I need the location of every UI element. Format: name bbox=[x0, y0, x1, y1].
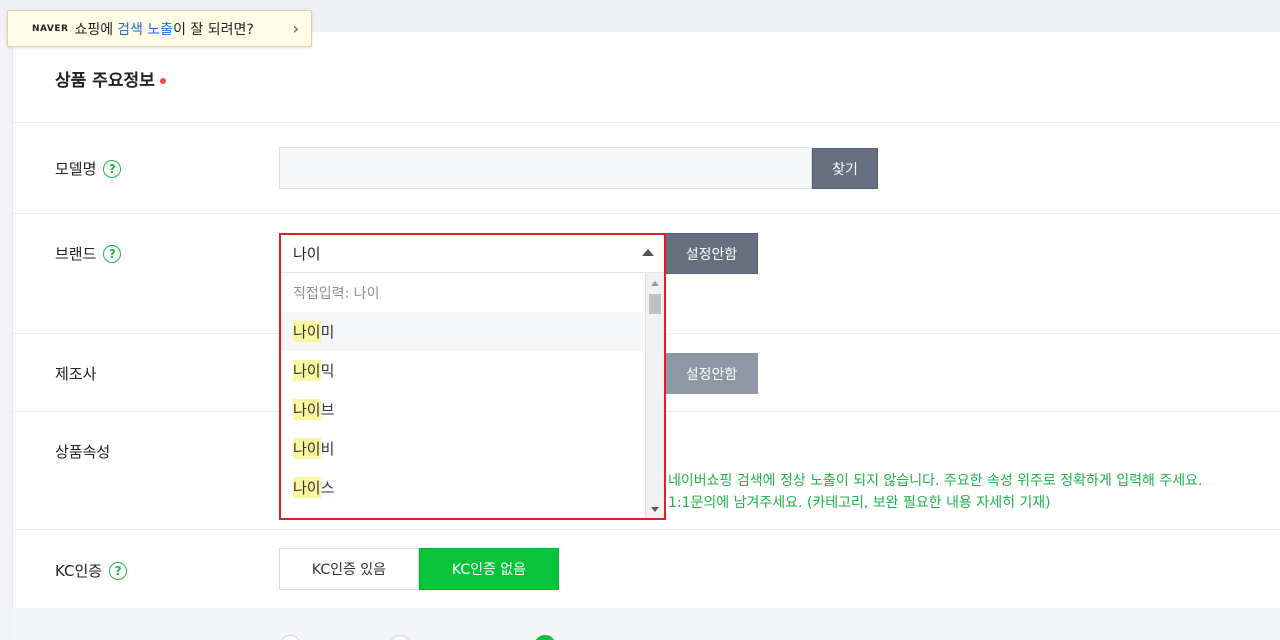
help-icon[interactable]: ? bbox=[103, 244, 122, 263]
list-item[interactable]: 나이 스 bbox=[281, 468, 643, 507]
manufacturer-not-set-button[interactable]: 설정안함 bbox=[665, 353, 758, 394]
chevron-right-icon: › bbox=[292, 19, 299, 38]
brand-not-set-button[interactable]: 설정안함 bbox=[665, 233, 758, 274]
kc-label: KC인증 ? bbox=[55, 560, 128, 581]
option-rest: 믹 bbox=[320, 362, 335, 380]
naver-logo: NAVER bbox=[32, 23, 69, 34]
divider bbox=[13, 122, 1280, 123]
attributes-label: 상품속성 bbox=[55, 441, 110, 462]
manufacturer-label: 제조사 bbox=[55, 363, 96, 384]
model-name-label: 모델명 ? bbox=[55, 158, 122, 179]
banner-text-question: 이 잘 되려면? bbox=[173, 21, 254, 38]
scroll-down-icon[interactable] bbox=[651, 507, 659, 512]
model-name-label-text: 모델명 bbox=[55, 160, 97, 178]
kc-no-button[interactable]: KC인증 없음 bbox=[419, 548, 559, 590]
divider bbox=[13, 529, 1280, 530]
model-name-input[interactable] bbox=[279, 147, 812, 189]
list-item[interactable]: 나이 미 bbox=[281, 312, 643, 351]
match-highlight: 나이 bbox=[293, 477, 321, 498]
manufacturer-label-text: 제조사 bbox=[55, 365, 97, 383]
match-highlight: 나이 bbox=[293, 360, 321, 381]
kc-label-text: KC인증 bbox=[55, 562, 103, 580]
product-info-card: 상품 주요정보 모델명 ? 찾기 브랜드 ? 설정안함 제조사 설정안함 상품속… bbox=[12, 32, 1280, 608]
find-model-button[interactable]: 찾기 bbox=[812, 148, 878, 189]
scrollbar[interactable] bbox=[645, 273, 664, 518]
brand-options-list: 직접입력: 나이 나이 미 나이 믹 나이 브 나이 비 나이 스 bbox=[281, 273, 643, 518]
match-highlight: 나이 bbox=[293, 399, 321, 420]
option-rest: 미 bbox=[320, 323, 335, 341]
banner-text-shopping: 쇼핑에 bbox=[74, 21, 114, 38]
attributes-notice: 네이버쇼핑 검색에 정상 노출이 되지 않습니다. 주요한 속성 위주로 정확하… bbox=[668, 473, 1203, 489]
brand-search-input[interactable]: 나이 bbox=[281, 235, 664, 273]
kc-yes-button[interactable]: KC인증 있음 bbox=[279, 548, 419, 590]
brand-combobox[interactable]: 나이 직접입력: 나이 나이 미 나이 믹 나이 브 나이 비 나이 스 bbox=[279, 233, 666, 520]
help-icon[interactable]: ? bbox=[109, 561, 128, 580]
brand-label: 브랜드 ? bbox=[55, 243, 122, 264]
banner-text-search: 검색 노출 bbox=[117, 21, 174, 38]
list-item[interactable]: 나이 비 bbox=[281, 429, 643, 468]
match-highlight: 나이 bbox=[293, 438, 321, 459]
scroll-up-icon[interactable] bbox=[651, 281, 659, 286]
list-item[interactable]: 나이 브 bbox=[281, 390, 643, 429]
match-highlight: 나이 bbox=[293, 321, 321, 342]
section-title-text: 상품 주요정보 bbox=[55, 71, 155, 91]
option-rest: 비 bbox=[320, 440, 335, 458]
help-icon[interactable]: ? bbox=[103, 159, 122, 178]
required-dot-icon bbox=[159, 78, 166, 84]
option-rest: 브 bbox=[320, 401, 335, 419]
list-item[interactable]: 나이 믹 bbox=[281, 351, 643, 390]
scroll-thumb[interactable] bbox=[649, 294, 661, 314]
section-title: 상품 주요정보 bbox=[55, 66, 166, 91]
brand-input-value: 나이 bbox=[293, 245, 321, 263]
caret-up-icon[interactable] bbox=[642, 249, 654, 256]
next-section-strip bbox=[12, 608, 1280, 640]
brand-label-text: 브랜드 bbox=[55, 245, 97, 263]
attributes-label-text: 상품속성 bbox=[55, 443, 111, 461]
attributes-inquiry-notice: 1:1문의에 남겨주세요. (카테고리, 보완 필요한 내용 자세히 기재) bbox=[668, 495, 1051, 511]
search-exposure-banner[interactable]: NAVER 쇼핑에 검색 노출 이 잘 되려면? › bbox=[7, 10, 312, 47]
direct-input-option[interactable]: 직접입력: 나이 bbox=[281, 273, 643, 312]
divider bbox=[13, 213, 1280, 214]
option-rest: 스 bbox=[320, 479, 335, 497]
